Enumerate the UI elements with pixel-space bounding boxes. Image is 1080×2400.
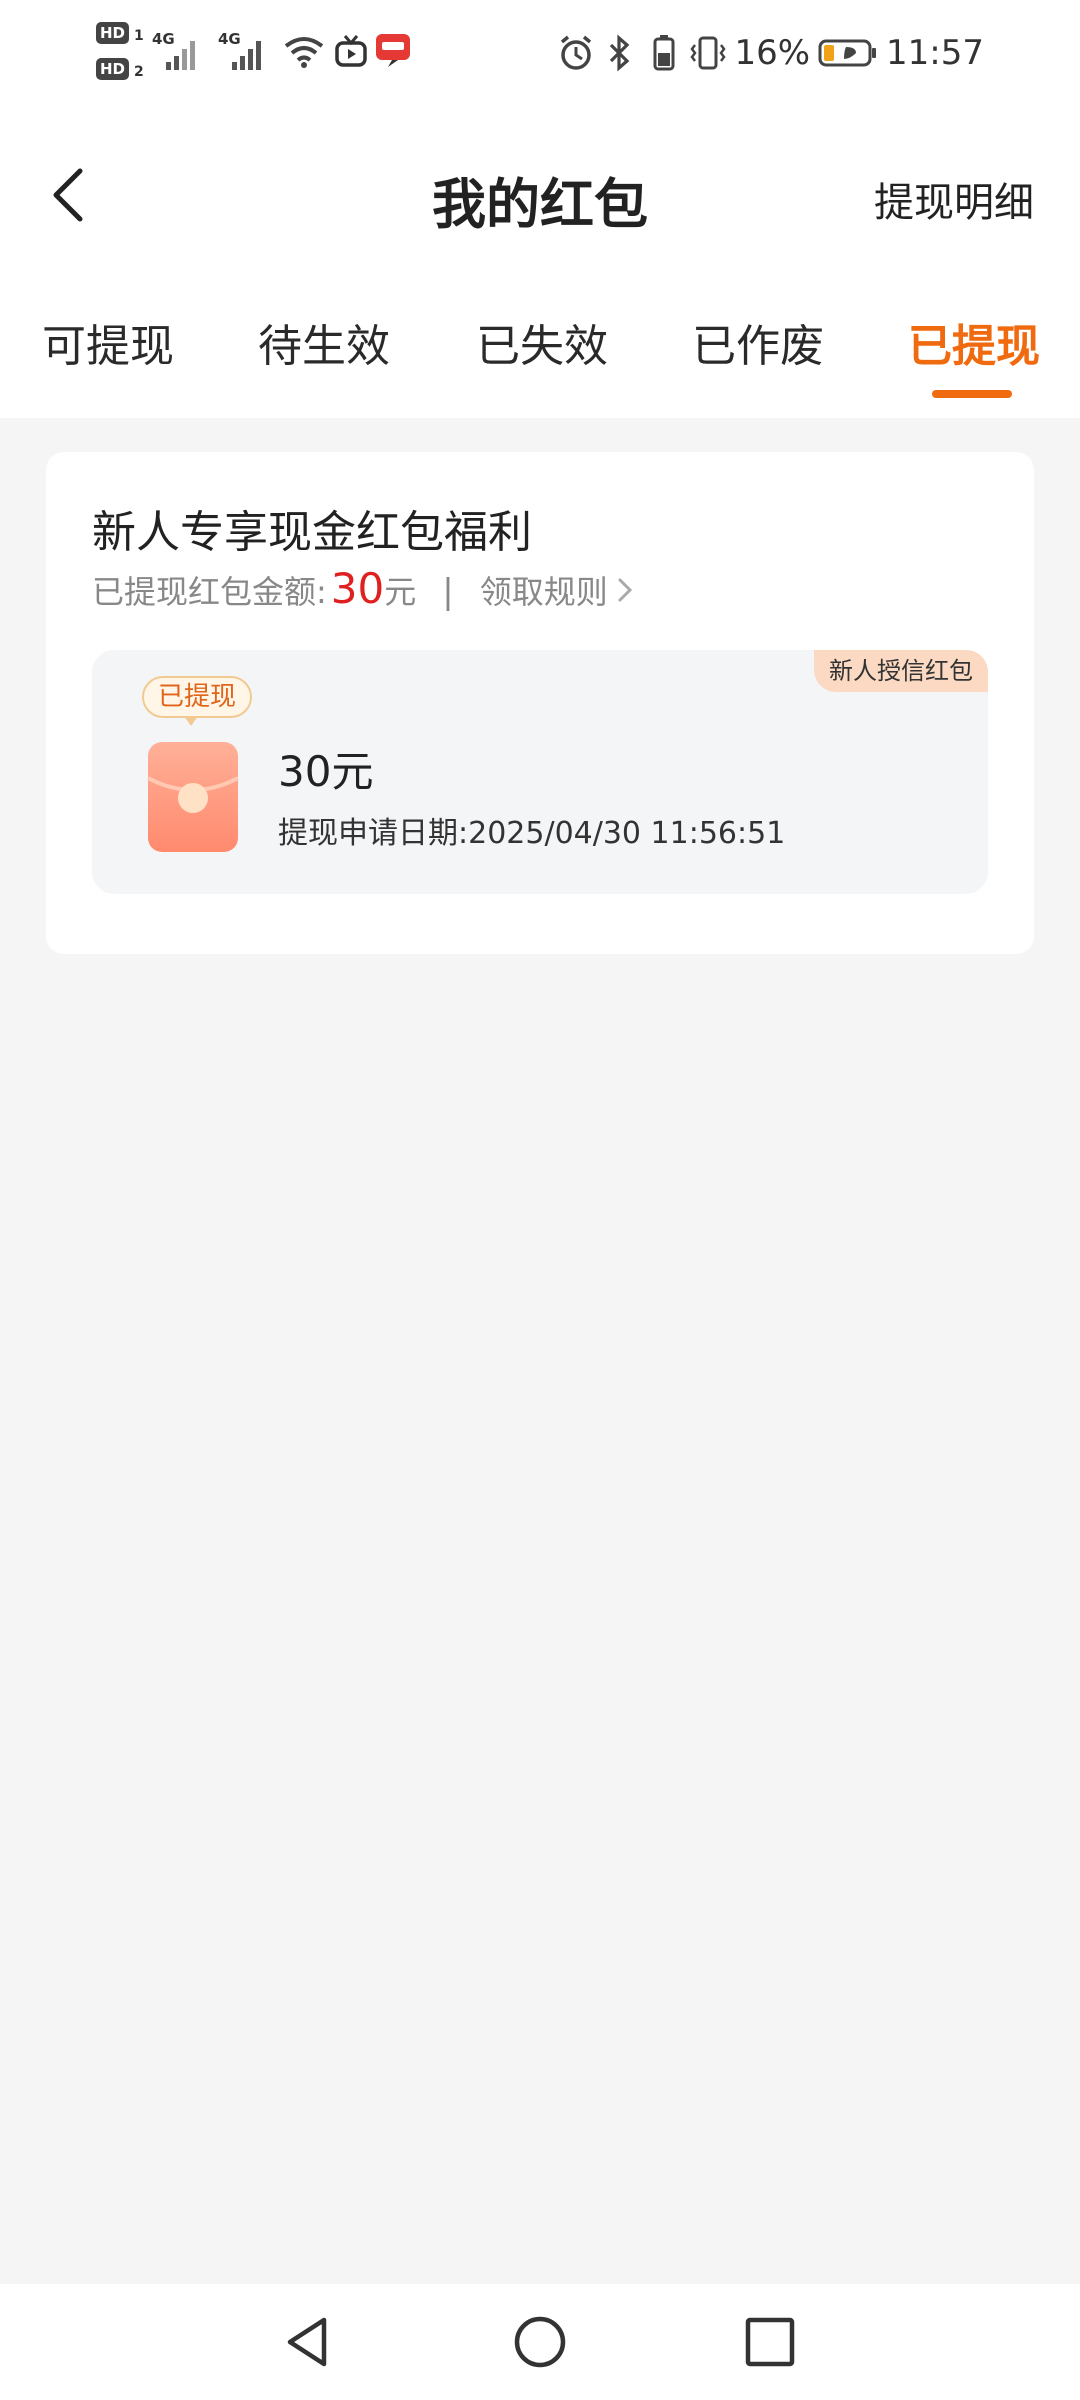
date-label: 提现申请日期: <box>278 816 469 851</box>
badge-pointer <box>184 716 198 726</box>
alarm-icon <box>561 35 592 70</box>
card-title: 新人专享现金红包福利 <box>92 507 532 558</box>
tab-pending[interactable]: 待生效 <box>258 310 390 390</box>
nav-recent-icon[interactable] <box>740 2312 800 2372</box>
rules-link-label: 领取规则 <box>479 573 608 611</box>
tab-withdrawn[interactable]: 已提现 <box>908 310 1040 390</box>
hd2-index: 2 <box>134 64 144 80</box>
withdrawn-amount-line: 已提现红包金额: 30 元 | 领取规则 <box>92 564 634 624</box>
nav-home-icon[interactable] <box>510 2312 570 2372</box>
vibrate-icon <box>690 36 726 70</box>
hd1-badge: HD <box>96 22 130 44</box>
item-type-tag: 新人授信红包 <box>814 650 988 692</box>
battery-small-icon <box>653 35 675 71</box>
tab-expired[interactable]: 已失效 <box>476 310 608 390</box>
tab-bar: 可提现 待生效 已失效 已作废 已提现 <box>0 310 1080 410</box>
tab-voided[interactable]: 已作废 <box>692 310 824 390</box>
redpacket-card: 新人专享现金红包福利 已提现红包金额: 30 元 | 领取规则 新人授信红包 已… <box>46 452 1034 954</box>
divider: | <box>442 572 454 612</box>
status-bar: HD 1 HD 2 4G 4G 16% 11:57 <box>0 0 1080 110</box>
amount-unit: 元 <box>384 573 417 611</box>
battery-percent: 16% <box>734 33 811 73</box>
clock: 11:57 <box>886 33 984 73</box>
rules-link[interactable]: 领取规则 <box>480 567 634 613</box>
hd1-index: 1 <box>134 28 144 44</box>
hd2-badge: HD <box>96 58 130 80</box>
system-nav-bar <box>0 2284 1080 2400</box>
tab-withdrawable[interactable]: 可提现 <box>42 310 174 390</box>
battery-icon <box>818 39 877 67</box>
chevron-right-icon <box>618 578 632 602</box>
app-notification-icon <box>376 34 410 67</box>
sim-hd-indicator: HD 1 HD 2 <box>96 22 148 82</box>
date-value: 2025/04/30 11:56:51 <box>468 816 786 851</box>
redpacket-item[interactable]: 新人授信红包 已提现 30元 提现申请日期:2025/04/30 11:56:5… <box>92 650 988 894</box>
nav-back-icon[interactable] <box>278 2312 338 2372</box>
status-badge: 已提现 <box>142 676 253 718</box>
wifi-icon <box>284 37 324 68</box>
bluetooth-icon <box>610 34 630 72</box>
status-right-group: 16% 11:57 <box>558 28 984 78</box>
signal-icon: 4G <box>152 30 200 72</box>
signal-icon: 4G <box>218 30 266 72</box>
withdraw-detail-link[interactable]: 提现明细 <box>874 170 1034 228</box>
item-date: 提现申请日期:2025/04/30 11:56:51 <box>278 808 785 852</box>
red-envelope-icon <box>147 742 239 852</box>
item-amount: 30元 <box>278 747 374 796</box>
tab-active-indicator <box>932 390 1012 398</box>
amount-value: 30 <box>330 564 385 613</box>
amount-label: 已提现红包金额: <box>92 573 327 611</box>
tv-icon <box>335 35 367 67</box>
